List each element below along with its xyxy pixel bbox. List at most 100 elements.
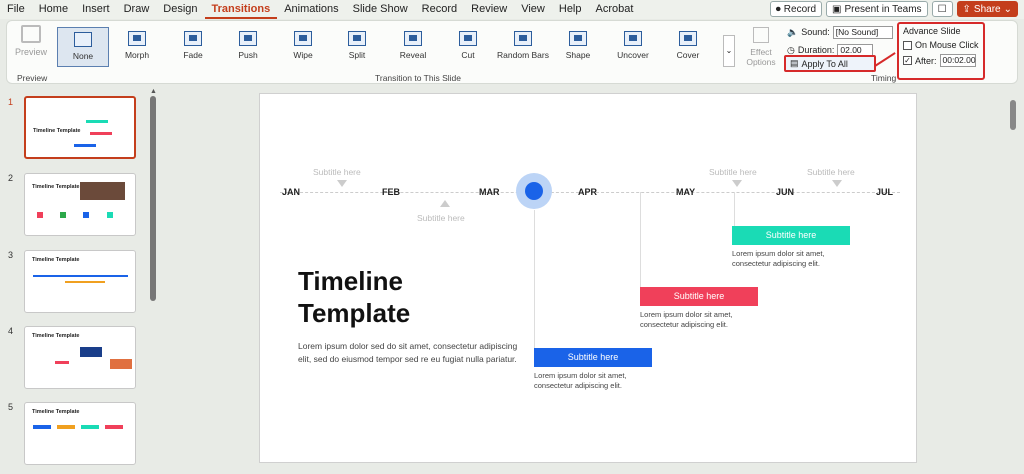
slide-thumbnail-4[interactable]: Timeline Template [24,326,136,389]
thumb-image [80,182,125,200]
slide-number: 2 [8,173,14,183]
transition-label: Fade [183,50,203,60]
slide-thumbnail-2[interactable]: Timeline Template [24,173,136,236]
menu-review[interactable]: Review [464,0,514,19]
thumb-bar [74,144,96,147]
transition-reveal[interactable]: Reveal [387,27,439,67]
apply-all-icon: ▤ [790,58,799,68]
present-in-teams-button[interactable]: ▣ Present in Teams [826,1,928,17]
uncover-icon [624,31,642,46]
reveal-icon [404,31,422,46]
transition-morph[interactable]: Morph [111,27,163,67]
transition-push[interactable]: Push [222,27,274,67]
transition-none[interactable]: None [57,27,109,67]
duration-label: Duration: [797,45,835,55]
on-mouse-click-label: On Mouse Click [915,40,979,50]
transition-label: Uncover [617,50,649,60]
timeline-subtitle: Subtitle here [417,213,465,223]
slide-canvas[interactable]: JAN FEB MAR APR MAY JUN JUL Subtitle her… [259,93,917,463]
apply-to-all-label: Apply To All [801,58,848,69]
menu-home[interactable]: Home [32,0,75,19]
apply-to-all-button[interactable]: ▤ Apply To All [784,55,876,72]
slide-thumbnail-3[interactable]: Timeline Template [24,250,136,313]
menu-slide-show[interactable]: Slide Show [346,0,415,19]
menu-view[interactable]: View [514,0,552,19]
transition-label: Push [238,50,258,60]
preview-group-label: Preview [17,73,48,83]
sound-icon: 🔈 [787,26,799,37]
transition-label: Cover [676,50,700,60]
transition-shape[interactable]: Shape [552,27,604,67]
transition-split[interactable]: Split [331,27,383,67]
triangle-up-icon [440,200,450,207]
transition-group-label: Transition to This Slide [375,73,461,83]
timeline-bar-text: Lorem ipsum dolor sit amet, consectetur a… [732,249,872,269]
menu-help[interactable]: Help [552,0,589,19]
effect-options-icon [753,27,769,43]
slide-thumbnail-1[interactable]: Timeline Template [24,96,136,159]
effect-options-label: Effect Options [746,47,776,67]
slide-number: 3 [8,250,14,260]
thumb-bar [105,425,123,429]
transition-random-bars[interactable]: Random Bars [497,27,549,67]
triangle-down-icon [832,180,842,187]
scroll-up-icon[interactable]: ▲ [150,88,157,95]
clock-icon: ◷ [787,44,795,55]
connector-line [640,192,641,287]
menu-animations[interactable]: Animations [277,0,345,19]
shape-icon [569,31,587,46]
month-label: JAN [282,187,301,197]
menu-acrobat[interactable]: Acrobat [589,0,641,19]
transition-label: None [72,51,94,61]
connector-line [534,210,535,350]
none-icon [74,32,92,47]
sound-select[interactable]: [No Sound] [832,25,893,39]
transition-fade[interactable]: Fade [167,27,219,67]
menu-insert[interactable]: Insert [75,0,117,19]
month-label: JUL [876,187,894,197]
push-icon [239,31,257,46]
timeline-subtitle: Subtitle here [313,167,361,177]
sound-label: Sound: [801,27,830,37]
menu-record[interactable]: Record [415,0,464,19]
transition-uncover[interactable]: Uncover [607,27,659,67]
transition-wipe[interactable]: Wipe [277,27,329,67]
share-button[interactable]: ⇪ Share ⌄ [956,1,1018,17]
slide-scrollbar[interactable] [1010,100,1016,130]
preview-icon [21,25,41,43]
after-time-input[interactable]: 00:02.00 [939,54,976,67]
timeline-subtitle: Subtitle here [709,167,757,177]
thumb-icon [107,212,113,218]
menu-draw[interactable]: Draw [117,0,157,19]
teams-icon: ▣ [832,3,842,15]
bar-text-line: consectetur adipiscing elit. [534,381,622,390]
transition-cover[interactable]: Cover [662,27,714,67]
after-checkbox[interactable]: ✓ [903,56,912,65]
on-mouse-click-checkbox[interactable] [903,40,912,50]
transition-label: Reveal [399,50,427,60]
menu-transitions[interactable]: Transitions [204,0,278,19]
comments-button[interactable]: ☐ [931,1,953,17]
thumbnail-title: Timeline Template [32,409,80,415]
month-label: JUN [776,187,795,197]
record-button[interactable]: ⏺ Record [769,1,823,17]
thumb-bar [81,425,99,429]
thumb-bar [33,275,128,277]
thumb-bar [57,425,75,429]
slide-thumbnail-5[interactable]: Timeline Template [24,402,136,465]
transition-label: Morph [124,50,150,60]
transition-gallery-more-button[interactable]: ⌄ [723,35,735,67]
menu-file[interactable]: File [0,0,32,19]
slide-title: Timeline Template [298,265,410,329]
menu-design[interactable]: Design [156,0,204,19]
timeline-bar-teal: Subtitle here [732,226,850,245]
transition-label: Split [348,50,366,60]
thumb-icon [83,212,89,218]
thumbnail-scrollbar[interactable] [150,96,156,301]
record-icon: ⏺ [775,3,781,15]
transition-label: Shape [565,50,591,60]
transition-cut[interactable]: Cut [442,27,494,67]
effect-options-button[interactable]: Effect Options [741,25,781,67]
thumb-icon [37,212,43,218]
preview-button[interactable]: Preview [11,25,51,80]
